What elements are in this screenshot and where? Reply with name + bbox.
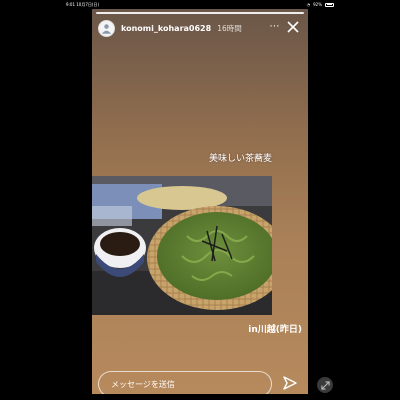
avatar-icon: [101, 23, 112, 34]
send-icon[interactable]: [282, 375, 298, 391]
story-photo: [92, 176, 272, 315]
wifi-icon: ◔: [306, 2, 311, 7]
status-time-date: 9:01 10月7日(日): [66, 2, 100, 7]
caption-bottom: in川越(昨日): [248, 325, 302, 335]
status-right: ◔ 92%: [307, 2, 334, 7]
expand-button[interactable]: [317, 377, 333, 393]
battery-icon: [325, 2, 334, 7]
message-placeholder: メッセージを送信: [111, 379, 175, 389]
close-icon[interactable]: [286, 20, 300, 34]
avatar[interactable]: [98, 19, 115, 37]
status-bar: 9:01 10月7日(日) ◔ 92%: [0, 0, 400, 9]
battery-percent: 92%: [313, 2, 322, 7]
story-viewer[interactable]: konomi_kohara0628 16時間 ⋯ 美味しい茶蕎麦 in川越(昨日…: [92, 9, 308, 394]
story-progress-bar: [96, 12, 304, 14]
story-header: konomi_kohara0628 16時間 ⋯: [98, 18, 304, 38]
username[interactable]: konomi_kohara0628: [121, 24, 211, 33]
message-input[interactable]: メッセージを送信: [98, 371, 272, 394]
more-options-icon[interactable]: ⋯: [270, 21, 281, 32]
expand-icon: [320, 380, 330, 390]
caption-top: 美味しい茶蕎麦: [208, 154, 272, 164]
story-time: 16時間: [217, 23, 242, 33]
